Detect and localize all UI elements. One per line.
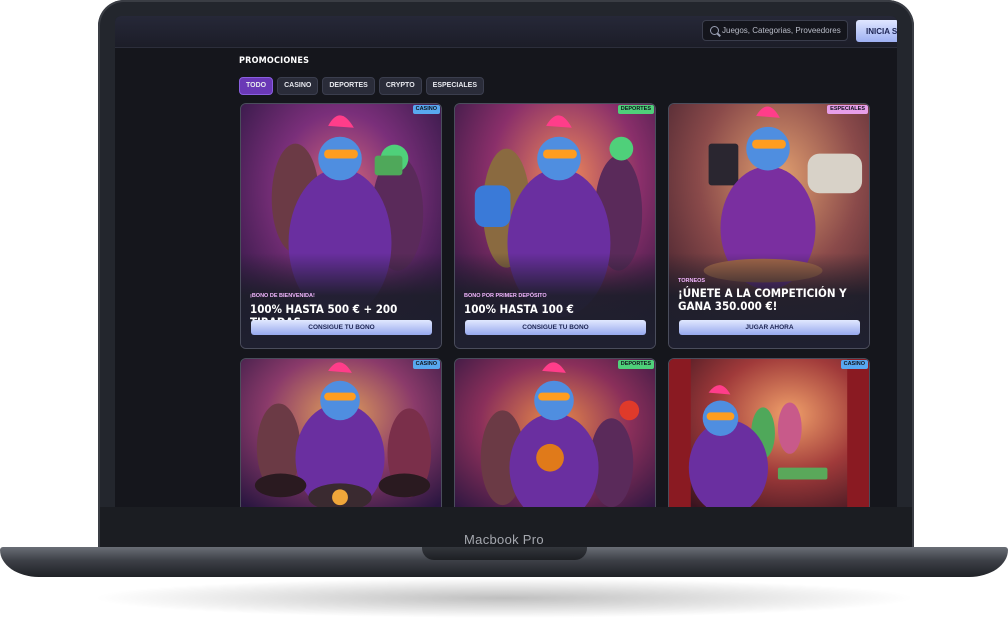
filter-todo[interactable]: TODO — [239, 77, 274, 95]
search-box[interactable] — [702, 20, 848, 41]
laptop-notch — [422, 547, 587, 560]
category-tag: ESPECIALES — [827, 105, 868, 114]
filter-especiales[interactable]: ESPECIALES — [425, 77, 485, 95]
promo-card-especiales-tournament[interactable]: ESPECIALES TORNEOS ¡ÚNETE A LA COMPETICI… — [668, 103, 870, 349]
category-tag: CASINO — [840, 360, 868, 369]
laptop-brand-label: Macbook Pro — [464, 532, 544, 547]
promo-illustration — [241, 359, 441, 507]
category-tag: CASINO — [412, 360, 440, 369]
promo-kicker: ¡BONO DE BIENVENIDA! — [250, 293, 315, 299]
promo-headline: ¡ÚNETE A LA COMPETICIÓN Y GANA 350.000 €… — [678, 286, 847, 313]
promo-kicker: TORNEOS — [678, 278, 706, 284]
promo-card-casino-dj[interactable]: CASINO — [240, 358, 442, 507]
claim-bonus-button[interactable]: CONSIGUE TU BONO — [251, 320, 432, 335]
screen: INICIA S PROMOCIONES TODO CASINO DEPORTE… — [115, 16, 897, 507]
play-now-button[interactable]: JUGAR AHORA — [679, 320, 860, 335]
promo-illustration — [455, 359, 655, 507]
login-button[interactable]: INICIA S — [856, 20, 897, 42]
promo-headline: 100% HASTA 100 € — [464, 302, 574, 316]
category-tag: CASINO — [412, 105, 440, 114]
promo-illustration — [669, 359, 869, 507]
filter-casino[interactable]: CASINO — [277, 77, 319, 95]
promo-card-deportes-deposit[interactable]: DEPORTES BONO POR PRIMER DEPÓSITO 100% H… — [454, 103, 656, 349]
promo-card-deportes-crypto[interactable]: DEPORTES — [454, 358, 656, 507]
filter-crypto[interactable]: CRYPTO — [378, 77, 422, 95]
search-icon — [710, 26, 719, 35]
filter-tabs: TODO CASINO DEPORTES CRYPTO ESPECIALES — [239, 77, 485, 95]
category-tag: DEPORTES — [617, 105, 654, 114]
promo-kicker: BONO POR PRIMER DEPÓSITO — [464, 293, 547, 299]
promo-card-casino-welcome[interactable]: CASINO ¡BONO DE BIENVENIDA! 100% HASTA 5… — [240, 103, 442, 349]
claim-bonus-button[interactable]: CONSIGUE TU BONO — [465, 320, 646, 335]
top-bar: INICIA S — [115, 16, 897, 48]
laptop-shadow — [90, 578, 918, 618]
category-tag: DEPORTES — [617, 360, 654, 369]
search-input[interactable] — [722, 23, 842, 38]
page-title: PROMOCIONES — [239, 56, 310, 66]
filter-deportes[interactable]: DEPORTES — [322, 77, 375, 95]
promo-card-casino-stage[interactable]: CASINO — [668, 358, 870, 507]
